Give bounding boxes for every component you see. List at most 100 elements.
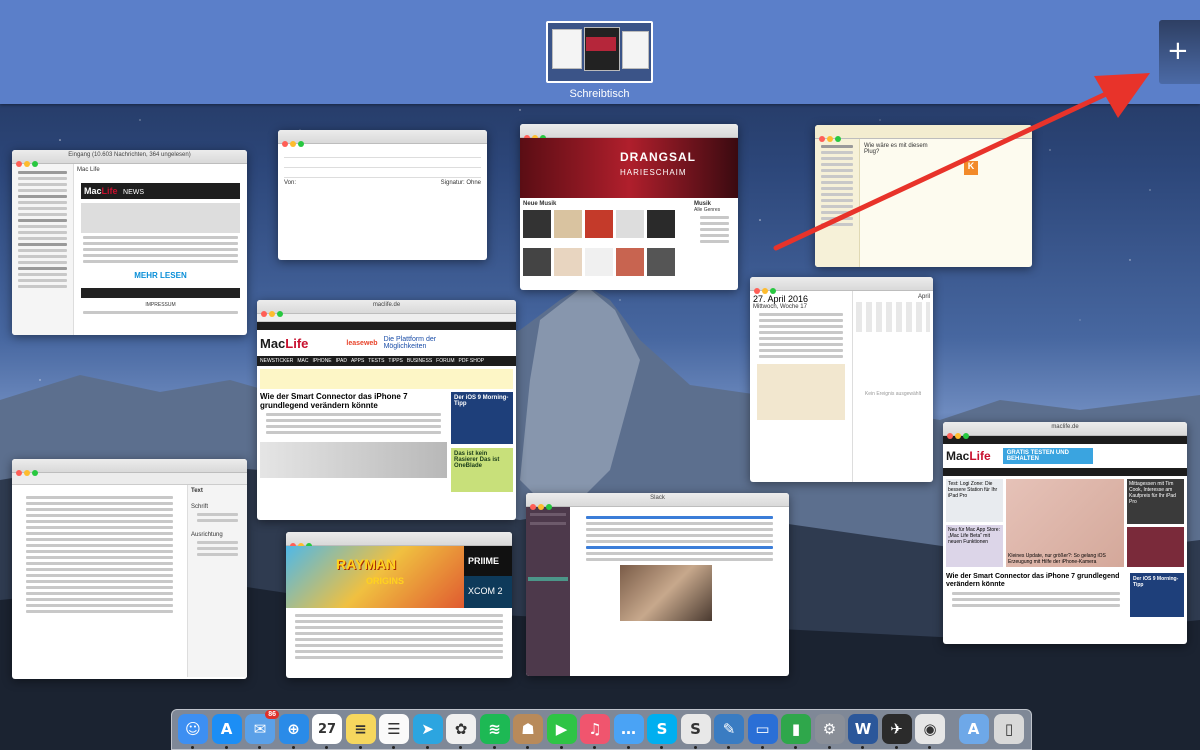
side-ad-oneblade[interactable]: Das ist kein Rasierer Das ist OneBlade xyxy=(451,448,513,492)
article-headline-right[interactable]: Wie der Smart Connector das iPhone 7 gru… xyxy=(946,573,1126,589)
app-store-window[interactable]: RAYMAN ORIGINS PRIIME XCOM 2 xyxy=(286,532,512,678)
article-headline[interactable]: Wie der Smart Connector das iPhone 7 gru… xyxy=(260,392,447,410)
nav-apps[interactable]: APPS xyxy=(351,358,364,364)
app-store-banner-rayman[interactable]: RAYMAN ORIGINS xyxy=(286,546,464,608)
nav-iphone[interactable]: IPHONE xyxy=(312,358,331,364)
itunes-sidebar[interactable]: Musik Alle Genres xyxy=(691,201,735,276)
calendar-window[interactable]: 27. April 2016 Mittwoch, Woche 17 April … xyxy=(750,277,933,482)
safari-right-bookmarks-bar[interactable] xyxy=(943,436,1187,444)
slack-image-attachment[interactable] xyxy=(620,565,712,621)
safari-window-maclife[interactable]: maclife.de MacLife leaseweb Die Plattfor… xyxy=(257,300,516,520)
notes-window[interactable]: Wie wäre es mit diesem Plug? K xyxy=(815,125,1032,267)
app-store-promo-xcom[interactable]: XCOM 2 xyxy=(464,576,512,608)
mail-icon[interactable]: ✉ 86 xyxy=(245,710,279,749)
notes-list[interactable] xyxy=(815,139,860,267)
nav-ipad[interactable]: IPAD xyxy=(336,358,347,364)
maclife-logo-right[interactable]: MacLife xyxy=(946,449,991,463)
system-preferences-icon[interactable]: ⚙ xyxy=(814,714,845,749)
chrome-icon[interactable]: ◉ xyxy=(915,714,945,749)
reminders-icon[interactable]: ☰ xyxy=(379,714,409,749)
photos-icon[interactable]: ✿ xyxy=(446,714,476,749)
applications-folder-icon[interactable]: A xyxy=(958,714,989,744)
window-controls[interactable] xyxy=(282,134,306,152)
nav-tipps[interactable]: TIPPS xyxy=(388,358,402,364)
window-controls[interactable] xyxy=(754,281,778,299)
slack-window[interactable]: Slack xyxy=(526,493,789,676)
mail-footer-impressum: IMPRESSUM xyxy=(145,302,176,308)
facetime-icon[interactable]: ▶ xyxy=(546,714,577,749)
spotify-icon[interactable]: ≋ xyxy=(479,714,510,749)
mail-window[interactable]: Eingang (10.603 Nachrichten, 364 ungeles… xyxy=(12,150,247,335)
notes-note-text: Wie wäre es mit diesem Plug? xyxy=(864,143,928,155)
side-ad-right[interactable]: Der iOS 9 Morning-Tipp xyxy=(1130,573,1184,617)
pages-inspector-title: Text xyxy=(191,488,203,494)
maclife-logo[interactable]: MacLife xyxy=(260,336,308,351)
gratis-ad[interactable]: GRATIS TESTEN UND BEHALTEN xyxy=(1002,448,1093,464)
scrivener-icon[interactable]: ✎ xyxy=(714,714,744,749)
itunes-sidebar-subtitle: Alle Genres xyxy=(694,207,721,213)
compose-signature-label[interactable]: Signatur: Ohne xyxy=(441,180,481,186)
numbers-icon[interactable]: ▮ xyxy=(781,714,811,749)
nav-newsticker[interactable]: NEWSTICKER xyxy=(260,358,293,364)
maclife-nav[interactable]: NEWSTICKER MAC IPHONE IPAD APPS TESTS TI… xyxy=(257,356,516,366)
notes-icon[interactable]: ≡ xyxy=(345,714,376,749)
safari-window-right[interactable]: maclife.de MacLife GRATIS TESTEN UND BEH… xyxy=(943,422,1187,644)
slack-messages[interactable] xyxy=(570,507,789,676)
rocket-icon[interactable]: ✈ xyxy=(881,714,912,749)
skype-icon[interactable]: S xyxy=(647,714,677,749)
messages-icon[interactable]: … xyxy=(613,714,644,749)
pages-window[interactable]: Text Schrift Ausrichtung xyxy=(12,459,247,679)
safari-icon[interactable]: ⊕ xyxy=(278,714,309,749)
compose-fields[interactable]: Von: Signatur: Ohne xyxy=(278,144,487,190)
finder-icon[interactable]: ☺ xyxy=(178,714,208,749)
feature-card-1[interactable]: Test: Logi Zone: Die bessere Station für… xyxy=(946,479,1003,522)
feature-card-4[interactable]: Kleines Update, nur größer?: So gelang i… xyxy=(1006,479,1124,567)
app-store-icon[interactable]: A xyxy=(211,714,242,749)
contacts-icon[interactable]: ☗ xyxy=(513,714,543,749)
running-indicator xyxy=(693,746,697,749)
compose-window[interactable]: Von: Signatur: Ohne xyxy=(278,130,487,260)
keynote-icon[interactable]: ▭ xyxy=(747,714,778,749)
nav-pdf-shop[interactable]: PDF SHOP xyxy=(459,358,485,364)
safari-url[interactable]: maclife.de xyxy=(257,302,516,308)
itunes-banner[interactable]: DRANGSAL HARIESCHAIM xyxy=(520,138,738,198)
itunes-glyph: ♫ xyxy=(588,720,602,738)
slack-icon[interactable]: S xyxy=(680,714,711,749)
pages-document[interactable] xyxy=(12,485,187,677)
app-store-promo-priime[interactable]: PRIIME xyxy=(464,546,512,576)
pages-toolbar[interactable] xyxy=(12,473,247,485)
slack-sidebar[interactable] xyxy=(526,507,570,676)
feature-card-2[interactable]: Mittagessen mit Tim Cook, Interesse am K… xyxy=(1127,479,1184,524)
desktop-space-thumbnail[interactable] xyxy=(546,21,653,83)
nav-business[interactable]: BUSINESS xyxy=(407,358,432,364)
maclife-nav-right[interactable] xyxy=(943,468,1187,476)
mail-message-list[interactable] xyxy=(12,164,74,335)
add-space-button[interactable]: + xyxy=(1159,20,1200,84)
window-controls[interactable] xyxy=(819,129,843,147)
safari-bookmarks-bar[interactable] xyxy=(257,322,516,330)
scrivener-glyph: ✎ xyxy=(722,720,736,738)
calendar-mini-month[interactable] xyxy=(856,302,930,332)
nav-forum[interactable]: FORUM xyxy=(436,358,454,364)
compose-titlebar xyxy=(278,130,487,147)
nav-tests[interactable]: TESTS xyxy=(368,358,384,364)
telegram-icon[interactable]: ➤ xyxy=(412,714,443,749)
mehr-lesen-link[interactable]: MEHR LESEN xyxy=(77,271,244,280)
leaseweb-ad[interactable]: leaseweb Die Plattform der Möglichkeiten xyxy=(346,336,453,350)
nav-mac[interactable]: MAC xyxy=(297,358,308,364)
safari-right-url[interactable]: maclife.de xyxy=(943,424,1187,430)
calendar-icon[interactable]: 27 xyxy=(312,714,342,749)
side-ad-ios9[interactable]: Der iOS 9 Morning-Tipp xyxy=(451,392,513,444)
feature-card-3[interactable]: Neu für Mac App Store: „Mac Life Beta“ m… xyxy=(946,524,1003,567)
itunes-icon[interactable]: ♫ xyxy=(580,714,610,749)
window-controls[interactable] xyxy=(16,463,40,481)
maclife-feature-grid[interactable]: Test: Logi Zone: Die bessere Station für… xyxy=(943,476,1187,570)
trash-icon[interactable]: ▯ xyxy=(994,714,1024,744)
word-icon[interactable]: W xyxy=(848,714,878,749)
running-indicator xyxy=(727,746,730,749)
itunes-window[interactable]: DRANGSAL HARIESCHAIM Neue Musik Musik Al… xyxy=(520,124,738,290)
rayman-title: RAYMAN xyxy=(336,556,397,572)
app-store-list[interactable] xyxy=(286,608,512,665)
calendar-event-block[interactable] xyxy=(757,364,845,420)
pages-inspector[interactable]: Text Schrift Ausrichtung xyxy=(187,485,247,677)
